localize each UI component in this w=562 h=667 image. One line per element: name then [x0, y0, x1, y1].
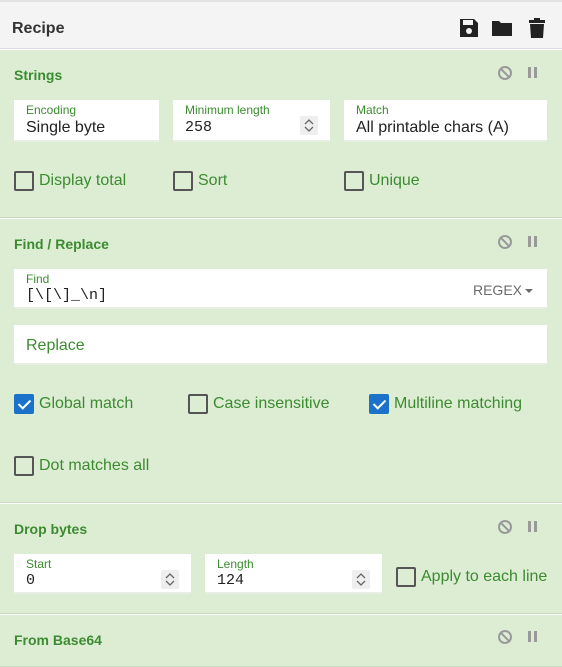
recipe-header: Recipe — [0, 0, 562, 49]
match-select[interactable]: Match All printable chars (A) — [344, 100, 547, 142]
op-drop-bytes: Drop bytes Start 0 Length 124 Apply to e… — [0, 504, 562, 614]
checkbox-box[interactable] — [14, 394, 34, 414]
trash-icon[interactable] — [526, 17, 548, 39]
stepper-icon[interactable] — [161, 570, 179, 589]
min-length-input[interactable]: Minimum length 258 — [173, 100, 330, 142]
find-value: [\[\]_\n] — [26, 287, 108, 304]
disable-icon[interactable] — [497, 519, 513, 535]
encoding-select[interactable]: Encoding Single byte — [14, 100, 159, 142]
op-find-replace: Find / Replace Find [\[\]_\n] REGEX Repl… — [0, 219, 562, 503]
find-input[interactable]: Find [\[\]_\n] REGEX — [14, 269, 547, 309]
op-strings: Strings Encoding Single byte Minimum len… — [0, 50, 562, 218]
checkbox-box[interactable] — [344, 171, 364, 191]
checkbox-box[interactable] — [173, 171, 193, 191]
case-insensitive-label: Case insensitive — [213, 395, 330, 412]
op-title-find-replace: Find / Replace — [14, 236, 109, 252]
global-match-label: Global match — [39, 395, 134, 412]
op-title-drop-bytes: Drop bytes — [14, 521, 88, 537]
disable-icon[interactable] — [497, 629, 513, 645]
length-input[interactable]: Length 124 — [205, 554, 382, 594]
multiline-label: Multiline matching — [394, 395, 523, 412]
recipe-title: Recipe — [12, 20, 65, 37]
pause-icon[interactable] — [525, 629, 541, 645]
apply-each-line-label: Apply to each line — [421, 568, 548, 585]
match-label: Match — [356, 103, 389, 117]
disable-icon[interactable] — [497, 234, 513, 250]
op-title-from-base64: From Base64 — [14, 632, 102, 648]
checkbox-box[interactable] — [188, 394, 208, 414]
folder-icon[interactable] — [491, 17, 513, 39]
start-label: Start — [26, 557, 52, 571]
pause-icon[interactable] — [525, 519, 541, 535]
replace-placeholder: Replace — [26, 337, 85, 354]
length-label: Length — [217, 557, 254, 571]
checkbox-box[interactable] — [369, 394, 389, 414]
op-title-strings: Strings — [14, 67, 63, 83]
match-value: All printable chars (A) — [356, 119, 509, 136]
regex-dropdown[interactable]: REGEX — [473, 282, 533, 298]
replace-input[interactable]: Replace — [14, 325, 547, 365]
op-from-base64: From Base64 — [0, 615, 562, 667]
min-length-label: Minimum length — [185, 103, 270, 117]
stepper-icon[interactable] — [352, 570, 370, 589]
disable-icon[interactable] — [497, 65, 513, 81]
pause-icon[interactable] — [525, 234, 541, 250]
sort-label: Sort — [198, 172, 228, 189]
checkbox-box[interactable] — [396, 567, 416, 587]
unique-label: Unique — [369, 172, 420, 189]
checkbox-box[interactable] — [14, 456, 34, 476]
stepper-icon[interactable] — [300, 116, 318, 135]
encoding-value: Single byte — [26, 119, 106, 136]
caret-down-icon — [525, 289, 533, 294]
dot-all-label: Dot matches all — [39, 457, 150, 474]
save-icon[interactable] — [458, 17, 480, 39]
checkbox-box[interactable] — [14, 171, 34, 191]
regex-label: REGEX — [472, 282, 522, 298]
display-total-label: Display total — [39, 172, 127, 189]
start-input[interactable]: Start 0 — [14, 554, 191, 594]
find-label: Find — [26, 272, 50, 286]
start-value: 0 — [26, 572, 36, 589]
pause-icon[interactable] — [525, 65, 541, 81]
min-length-value: 258 — [185, 119, 213, 136]
encoding-label: Encoding — [26, 103, 77, 117]
length-value: 124 — [217, 572, 245, 589]
